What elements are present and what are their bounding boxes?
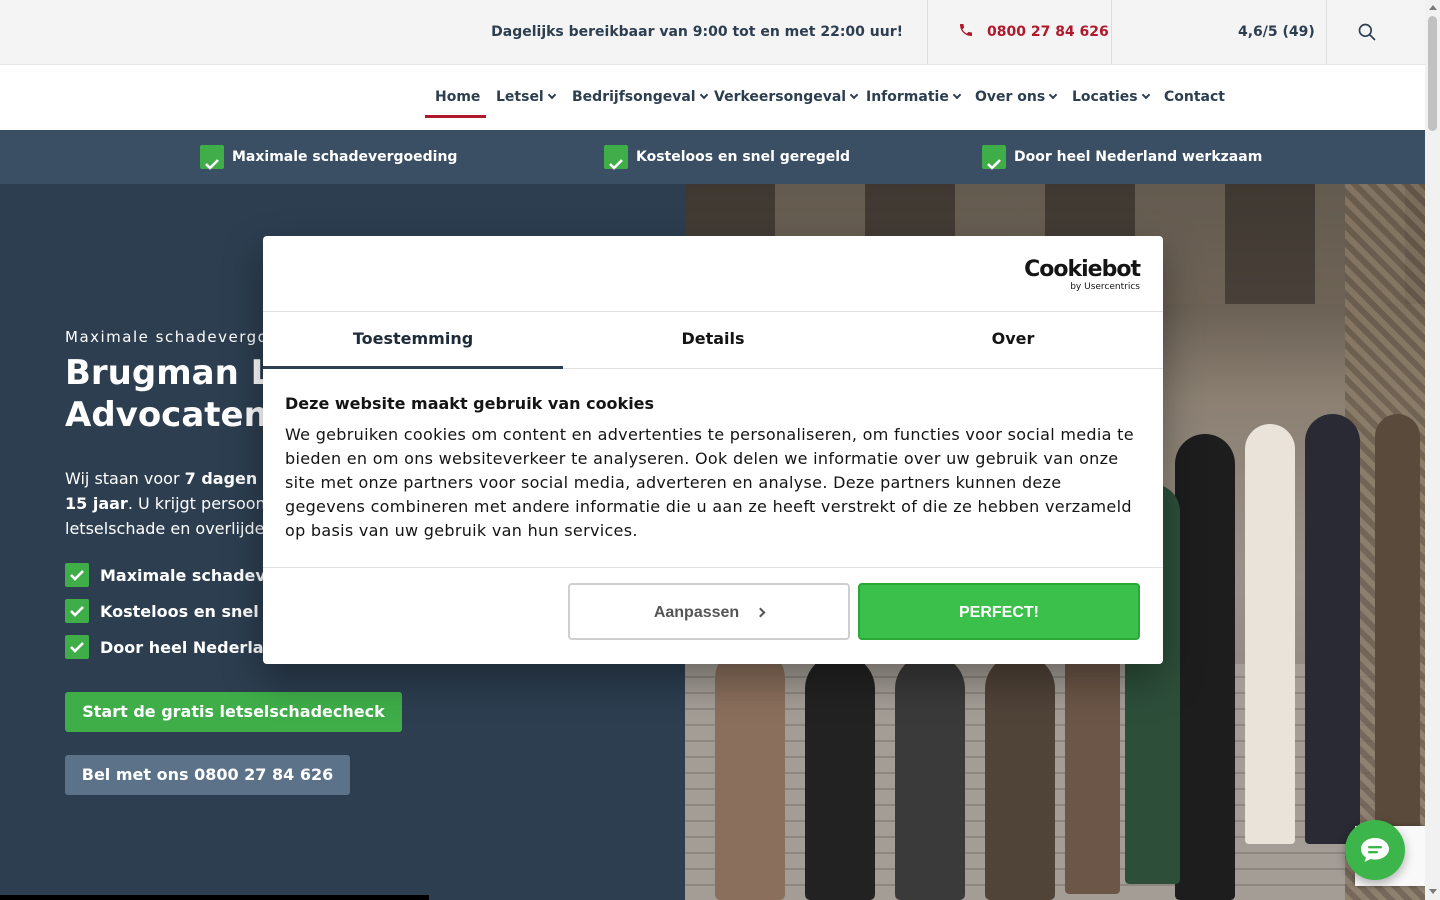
lead-text: Wij staan voor	[65, 469, 185, 488]
nav-item-locaties[interactable]: Locaties	[1072, 65, 1150, 130]
tab-details[interactable]: Details	[563, 312, 863, 369]
hero-check-item: Door heel Nederland	[65, 635, 286, 661]
customize-button[interactable]: Aanpassen	[568, 583, 850, 640]
nav-item-label: Verkeersongeval	[714, 89, 847, 105]
page-scrollbar[interactable]	[1425, 0, 1440, 900]
chevron-down-icon	[849, 90, 859, 100]
photo-person	[985, 654, 1055, 900]
nav-item-over-ons[interactable]: Over ons	[975, 65, 1058, 130]
lead-text: letselschade en overlijdens	[65, 519, 283, 538]
nav-item-label: Over ons	[975, 89, 1046, 105]
active-indicator	[425, 115, 486, 118]
nav-item-label: Letsel	[496, 89, 544, 105]
accept-all-button[interactable]: PERFECT!	[858, 583, 1140, 640]
hero-check-item: Kosteloos en snel ge	[65, 599, 287, 625]
cookie-title: Deze website maakt gebruik van cookies	[285, 394, 655, 413]
chevron-down-icon	[1048, 90, 1058, 100]
chat-icon	[1361, 838, 1389, 862]
hero-eyebrow: Maximale schadevergoed	[65, 328, 291, 346]
usp-item: Maximale schadevergoeding	[200, 130, 457, 184]
usp-label: Maximale schadevergoeding	[232, 149, 458, 165]
call-us-button[interactable]: Bel met ons 0800 27 84 626	[65, 755, 350, 795]
photo-person	[805, 654, 875, 900]
nav-item-bedrijfsongeval[interactable]: Bedrijfsongeval	[572, 65, 708, 130]
check-icon	[200, 145, 224, 170]
phone-link[interactable]: 0800 27 84 626	[958, 0, 1109, 64]
photo-person	[1245, 424, 1295, 844]
scroll-up-arrow-icon[interactable]	[1429, 5, 1437, 10]
check-icon	[604, 145, 628, 170]
photo-person	[1305, 414, 1360, 844]
hero-check-label: Kosteloos en snel ge	[100, 602, 287, 621]
nav-item-label: Home	[435, 89, 481, 105]
phone-icon	[960, 24, 972, 36]
check-icon	[65, 599, 89, 623]
scrollbar-thumb[interactable]	[1428, 16, 1437, 131]
nav-item-label: Informatie	[866, 89, 949, 105]
scroll-down-arrow-icon[interactable]	[1429, 889, 1437, 894]
divider	[1326, 0, 1327, 64]
phone-number: 0800 27 84 626	[987, 24, 1109, 40]
photo-person	[715, 644, 785, 900]
customize-label: Aanpassen	[653, 604, 740, 621]
nav-item-verkeersongeval[interactable]: Verkeersongeval	[714, 65, 859, 130]
check-icon	[65, 635, 89, 659]
main-navigation: Home Letsel Bedrijfsongeval Verkeersonge…	[0, 65, 1425, 130]
photo-person	[1175, 434, 1235, 900]
chat-button[interactable]	[1345, 820, 1405, 880]
chevron-down-icon	[699, 90, 708, 100]
logo-wordmark: Cookiebot	[1024, 257, 1141, 282]
usp-label: Kosteloos en snel geregeld	[636, 149, 851, 165]
tab-over[interactable]: Over	[863, 312, 1163, 369]
photo-person	[895, 654, 965, 900]
nav-item-label: Contact	[1164, 89, 1225, 105]
nav-item-letsel[interactable]: Letsel	[496, 65, 556, 130]
nav-item-home[interactable]: Home	[435, 65, 480, 130]
nav-item-label: Locaties	[1072, 89, 1138, 105]
hero-check-item: Maximale schadever	[65, 563, 285, 589]
usp-item: Door heel Nederland werkzaam	[982, 130, 1262, 184]
nav-item-contact[interactable]: Contact	[1164, 65, 1225, 130]
lead-bold: 15 jaar	[65, 494, 128, 513]
usp-item: Kosteloos en snel geregeld	[604, 130, 850, 184]
cookie-tabs: Toestemming Details Over	[263, 311, 1163, 369]
bottom-strip	[0, 895, 429, 900]
usp-label: Door heel Nederland werkzaam	[1014, 149, 1263, 165]
logo-subtext: by Usercentrics	[1070, 282, 1140, 292]
start-check-button[interactable]: Start de gratis letselschadecheck	[65, 692, 402, 732]
photo-person	[1375, 414, 1420, 864]
divider	[1111, 0, 1112, 64]
tab-toestemming[interactable]: Toestemming	[263, 312, 563, 369]
rating-link[interactable]: 4,6/5 (49)	[1238, 0, 1315, 64]
nav-item-label: Bedrijfsongeval	[572, 89, 696, 105]
check-icon	[982, 145, 1006, 170]
opening-hours-text: Dagelijks bereikbaar van 9:00 tot en met…	[491, 24, 903, 40]
chevron-down-icon	[952, 90, 962, 100]
divider	[927, 0, 928, 64]
cookie-consent-dialog: Cookiebot by Usercentrics Toestemming De…	[263, 236, 1163, 664]
chevron-down-icon	[547, 90, 556, 100]
search-icon[interactable]	[1357, 22, 1377, 42]
check-icon	[65, 563, 89, 587]
cookiebot-logo: Cookiebot by Usercentrics	[1024, 257, 1141, 293]
hero-check-label: Maximale schadever	[100, 566, 285, 585]
nav-item-informatie[interactable]: Informatie	[866, 65, 962, 130]
top-utility-bar: Dagelijks bereikbaar van 9:00 tot en met…	[0, 0, 1425, 65]
hero-check-label: Door heel Nederland	[100, 638, 287, 657]
chevron-right-icon	[755, 607, 766, 618]
cookie-body-text: We gebruiken cookies om content en adver…	[285, 425, 1134, 540]
divider	[263, 567, 1163, 568]
usp-band: Maximale schadevergoeding Kosteloos en s…	[0, 130, 1425, 184]
chevron-down-icon	[1141, 90, 1150, 100]
hero-title-line2: Advocaten	[65, 395, 268, 435]
